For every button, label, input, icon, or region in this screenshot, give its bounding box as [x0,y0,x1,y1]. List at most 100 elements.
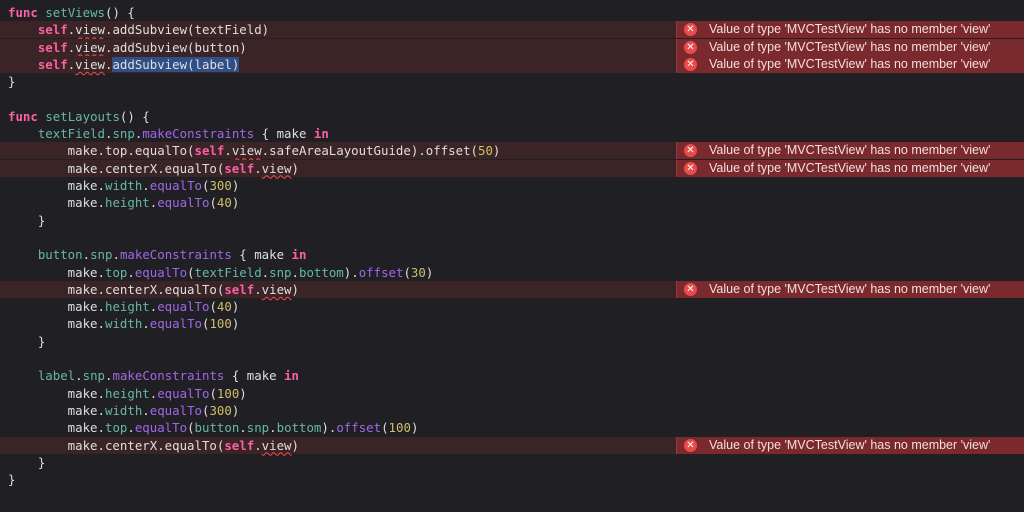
error-message: Value of type 'MVCTestView' has no membe… [709,39,991,54]
code-token: make.centerX.equalTo( [8,281,225,297]
code-token: ( [209,299,217,315]
code-token: make. [8,264,105,280]
error-annotation[interactable]: ✕ Value of type 'MVCTestView' has no memb… [676,159,1024,177]
code-line[interactable]: make.width.equalTo(300) [0,177,1024,194]
code-token: snp [82,368,106,384]
code-token: . [254,437,262,453]
code-token: view [75,22,105,38]
code-token: height [104,385,150,401]
code-token: . [142,178,150,193]
code-token: .safeAreaLayoutGuide).offset( [261,143,478,159]
code-token: . [112,247,120,263]
code-line[interactable]: make.height.equalTo(100) [0,385,1024,402]
error-annotation[interactable]: ✕ Value of type 'MVCTestView' has no memb… [676,142,1024,160]
code-text: make.height.equalTo(40) [8,298,240,315]
code-token: . [127,420,135,436]
code-token: ( [187,264,195,280]
code-line[interactable]: make.height.equalTo(40) [0,194,1024,211]
code-line[interactable]: make.width.equalTo(100) [0,315,1024,332]
code-token: ( [381,420,389,436]
code-token: ( [187,420,195,436]
code-line[interactable]: } [0,212,1024,229]
code-token: func [8,108,38,124]
code-token: bottom [299,264,344,280]
code-token: makeConstraints [142,126,255,142]
code-line[interactable]: } [0,454,1024,471]
code-token: ( [209,195,217,211]
code-token: func [8,5,38,20]
code-line-with-error[interactable]: self.view.addSubview(button) ✕ Value of ty… [0,38,1024,56]
code-token: 300 [209,178,232,193]
code-line[interactable]: func setLayouts() { [0,108,1024,125]
code-line-with-error[interactable]: make.centerX.equalTo(self.view) ✕ Value of… [0,436,1024,454]
code-line[interactable]: func setViews() { [0,4,1024,21]
code-text: textField.snp.makeConstraints { make in [8,125,329,142]
code-token: view [75,39,105,55]
code-line[interactable]: textField.snp.makeConstraints { make in [0,125,1024,142]
code-token: . [254,281,262,297]
code-token: 100 [209,316,232,332]
code-token: snp [246,420,270,436]
code-token: self [37,56,68,72]
code-text: button.snp.makeConstraints { make in [8,246,307,263]
code-token: . [127,264,135,280]
code-line[interactable]: make.height.equalTo(40) [0,298,1024,315]
code-token: equalTo [157,299,210,315]
code-line-with-error[interactable]: self.view.addSubview(label) ✕ Value of typ… [0,55,1024,73]
code-token: height [104,195,150,211]
code-text: make.width.equalTo(100) [8,315,240,332]
code-token: { make [224,368,285,384]
code-line[interactable]: button.snp.makeConstraints { make in [0,246,1024,263]
code-token: ) [425,264,434,280]
code-line[interactable]: make.width.equalTo(300) [0,402,1024,419]
code-token: width [104,402,143,418]
error-x-icon[interactable]: ✕ [684,282,697,296]
code-token: textField [37,126,105,142]
code-line[interactable]: } [0,73,1024,90]
error-x-icon[interactable]: ✕ [684,40,697,54]
error-annotation[interactable]: ✕ Value of type 'MVCTestView' has no memb… [676,55,1024,73]
code-token: 100 [216,385,240,401]
code-text: make.height.equalTo(100) [8,385,247,402]
code-token: make. [8,299,105,315]
code-token: make. [8,178,105,193]
code-token: height [104,299,150,315]
code-text: } [8,73,15,90]
code-line[interactable] [0,229,1024,246]
error-x-icon[interactable]: ✕ [684,161,697,175]
error-x-icon[interactable]: ✕ [684,144,697,158]
error-annotation[interactable]: ✕ Value of type 'MVCTestView' has no memb… [676,436,1024,454]
error-x-icon[interactable]: ✕ [684,438,697,452]
code-token: ). [321,420,337,436]
code-token: top [104,264,128,280]
code-token: view [261,281,292,297]
code-line-with-error[interactable]: make.centerX.equalTo(self.view) ✕ Value of… [0,280,1024,298]
code-text: make.centerX.equalTo(self.view) [8,160,299,177]
code-token: ) [231,178,240,193]
error-annotation[interactable]: ✕ Value of type 'MVCTestView' has no memb… [676,280,1024,298]
code-line[interactable]: label.snp.makeConstraints { make in [0,367,1024,384]
code-line-with-error[interactable]: make.centerX.equalTo(self.view) ✕ Value of… [0,159,1024,177]
code-line[interactable]: } [0,471,1024,488]
code-line-with-error[interactable]: make.top.equalTo(self.view.safeAreaLayou… [0,142,1024,160]
error-annotation[interactable]: ✕ Value of type 'MVCTestView' has no memb… [676,21,1024,39]
code-line[interactable]: make.top.equalTo(textField.snp.bottom).o… [0,264,1024,281]
error-annotation[interactable]: ✕ Value of type 'MVCTestView' has no memb… [676,38,1024,56]
code-line[interactable] [0,91,1024,108]
code-token: self [224,160,255,176]
code-line-with-error[interactable]: self.view.addSubview(textField) ✕ Value of… [0,21,1024,39]
error-x-icon[interactable]: ✕ [684,57,697,71]
code-token: addSubview(label) [112,56,240,72]
code-line[interactable]: } [0,333,1024,350]
code-text: make.width.equalTo(300) [8,177,240,194]
code-line[interactable] [0,350,1024,367]
code-editor[interactable]: func setViews() { self.view.addSubview(t… [0,0,1024,512]
code-token: make.centerX.equalTo( [8,437,225,453]
error-x-icon[interactable]: ✕ [684,23,697,37]
code-line[interactable]: make.top.equalTo(button.snp.bottom).offs… [0,419,1024,436]
error-message: Value of type 'MVCTestView' has no membe… [709,160,991,175]
code-token: 50 [478,143,493,159]
code-token: { make [254,126,314,142]
